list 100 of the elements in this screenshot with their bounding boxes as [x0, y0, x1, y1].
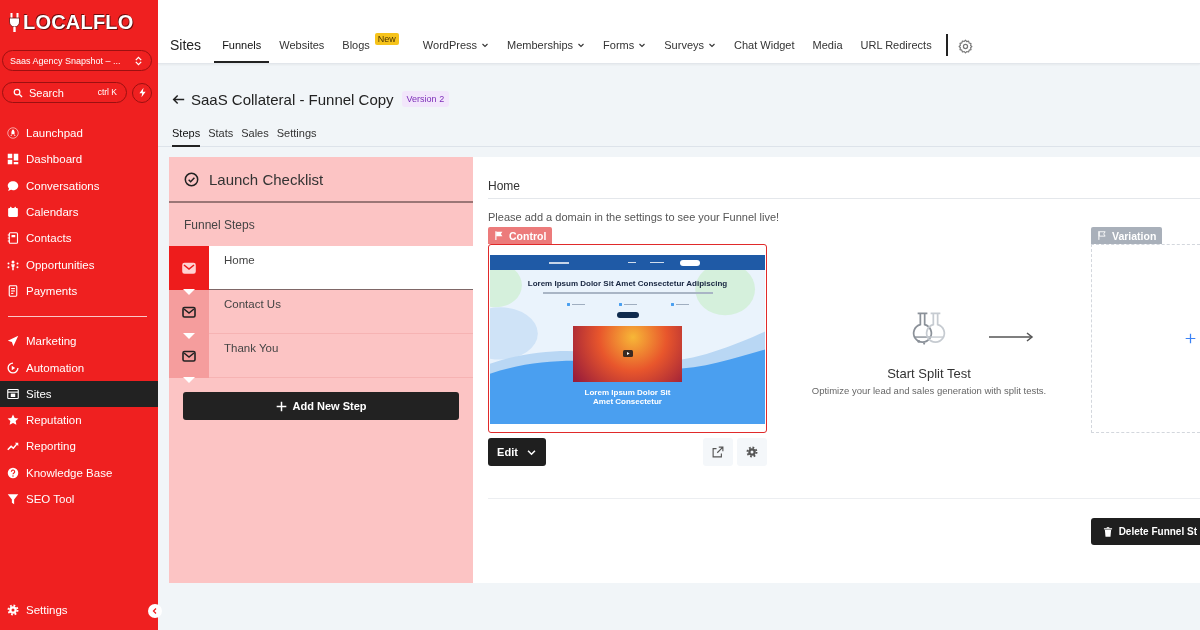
flag-icon — [494, 230, 504, 241]
section-title: Sites — [170, 36, 202, 55]
steps-heading: Funnel Steps — [184, 217, 255, 232]
funnel-title: SaaS Collateral - Funnel Copy — [191, 90, 394, 108]
step-pointer-icon — [183, 377, 195, 383]
nav-tab[interactable]: Websites — [271, 29, 333, 63]
preview-headline: Lorem Ipsum Dolor Sit Amet Consectetur Adipiscing — [527, 279, 728, 289]
page-tab[interactable]: Steps — [172, 126, 201, 147]
preview-footer-headline: Lorem Ipsum Dolor Sit Amet Consectetur — [583, 387, 672, 406]
settings-icon — [957, 39, 973, 54]
version-badge: Version 2 — [401, 91, 450, 107]
nav-tab[interactable]: Forms — [595, 29, 655, 63]
browser-window-icon — [7, 387, 19, 400]
back-button[interactable] — [172, 92, 185, 106]
sidebar-item[interactable]: Marketing — [0, 328, 158, 355]
sidebar-item[interactable]: Payments — [0, 277, 158, 305]
nav-tab[interactable]: Blogs New — [334, 29, 413, 63]
arrow-left-icon — [172, 92, 185, 106]
sidebar-item[interactable]: SEO Tool — [0, 485, 158, 513]
page-tab[interactable]: Stats — [208, 126, 234, 147]
star-icon — [7, 414, 19, 427]
nav-tab[interactable]: Media — [804, 29, 851, 63]
nav-tab[interactable]: URL Redirects — [852, 29, 940, 63]
sidebar-item[interactable]: Launchpad — [0, 120, 158, 147]
step-pointer-icon — [183, 289, 195, 295]
search-icon — [13, 87, 23, 98]
dashboard-grid-icon — [7, 153, 19, 166]
sidebar-item[interactable]: Dashboard — [0, 146, 158, 173]
open-link-button[interactable] — [703, 438, 733, 466]
nav-tab[interactable]: WordPress — [414, 29, 498, 63]
settings-icon — [746, 446, 758, 458]
collapse-sidebar-button[interactable] — [148, 604, 162, 618]
funnel-step[interactable]: Thank You — [169, 334, 473, 378]
envelope-icon — [169, 334, 209, 378]
new-badge: New — [374, 33, 399, 45]
page-tab[interactable]: Sales — [241, 126, 269, 147]
up-down-chevron-icon — [134, 54, 143, 67]
plug-icon — [8, 12, 21, 32]
calendar-icon — [7, 206, 19, 219]
page-tab[interactable]: Settings — [276, 126, 317, 147]
preview-menu-text-line — [650, 261, 664, 264]
chevron-left-icon — [151, 607, 159, 615]
chat-bubble-icon — [7, 179, 19, 192]
play-icon — [622, 350, 633, 357]
logo-text: LOCALFLO — [23, 11, 134, 33]
step-pointer-icon — [183, 333, 195, 339]
plus-icon — [275, 400, 287, 412]
flag-icon — [1097, 230, 1107, 241]
sidebar-item[interactable]: Reporting — [0, 433, 158, 460]
preview-feature-drawing — [566, 302, 585, 306]
sidebar-item[interactable]: Automation — [0, 354, 158, 381]
funnel-icon — [7, 493, 19, 505]
funnel-step[interactable]: Contact Us — [169, 290, 473, 334]
add-step-button[interactable]: Add New Step — [183, 392, 459, 420]
play-circle-icon — [7, 361, 19, 374]
tag-label: Control — [509, 229, 547, 242]
checklist-title[interactable]: Launch Checklist — [209, 170, 324, 188]
receipt-icon — [7, 284, 19, 297]
split-test-description: Optimize your lead and sales generation with split tests. — [811, 385, 1047, 397]
envelope-icon — [169, 246, 209, 290]
edit-button[interactable]: Edit — [488, 438, 546, 466]
sidebar-item[interactable]: Contacts — [0, 225, 158, 252]
address-book-icon — [7, 232, 19, 245]
nav-tab[interactable]: Memberships — [499, 29, 594, 63]
preview-feature-drawing — [670, 302, 689, 306]
person-network-icon — [7, 258, 19, 271]
shortcut-hint: ctrl K — [97, 87, 117, 98]
check-circle-icon — [184, 171, 199, 187]
domain-notice: Please add a domain in the settings to see your Funnel live! — [488, 210, 781, 224]
preview-feature-drawing — [618, 302, 637, 306]
arrow-right-icon — [988, 332, 1034, 342]
rocket-icon — [7, 127, 19, 140]
nav-tab[interactable]: Chat Widget — [726, 29, 803, 63]
sidebar-item[interactable]: Conversations — [0, 172, 158, 199]
nav-tab[interactable]: Surveys — [656, 29, 724, 63]
lightning-icon — [137, 87, 147, 98]
envelope-icon — [169, 290, 209, 334]
sidebar-item[interactable]: Knowledge Base — [0, 459, 158, 486]
sidebar-item[interactable]: Calendars — [0, 198, 158, 226]
tag-label: Variation — [1112, 229, 1157, 242]
settings-icon — [7, 603, 19, 616]
trend-up-icon — [7, 440, 19, 453]
sidebar-item[interactable]: Sites — [0, 380, 158, 407]
sidebar-item[interactable]: Opportunities — [0, 251, 158, 278]
step-settings-button[interactable] — [737, 438, 767, 466]
preview-pill-drawing — [680, 259, 700, 266]
preview-logo-drawing — [549, 261, 569, 264]
split-test-title: Start Split Test — [887, 366, 971, 381]
external-link-icon — [712, 446, 724, 458]
nav-tab[interactable]: Funnels — [214, 29, 270, 63]
preview-pill-drawing — [616, 311, 639, 318]
sidebar-item[interactable]: Settings — [0, 596, 138, 623]
plus-icon — [1185, 333, 1196, 344]
step-title: Home — [488, 179, 520, 193]
settings-button[interactable] — [957, 39, 973, 54]
trash-icon — [1102, 525, 1113, 538]
help-icon — [7, 466, 19, 479]
paper-plane-icon — [7, 335, 19, 348]
delete-step-button[interactable]: Delete Funnel St — [1090, 518, 1200, 545]
sidebar-item[interactable]: Reputation — [0, 406, 158, 434]
